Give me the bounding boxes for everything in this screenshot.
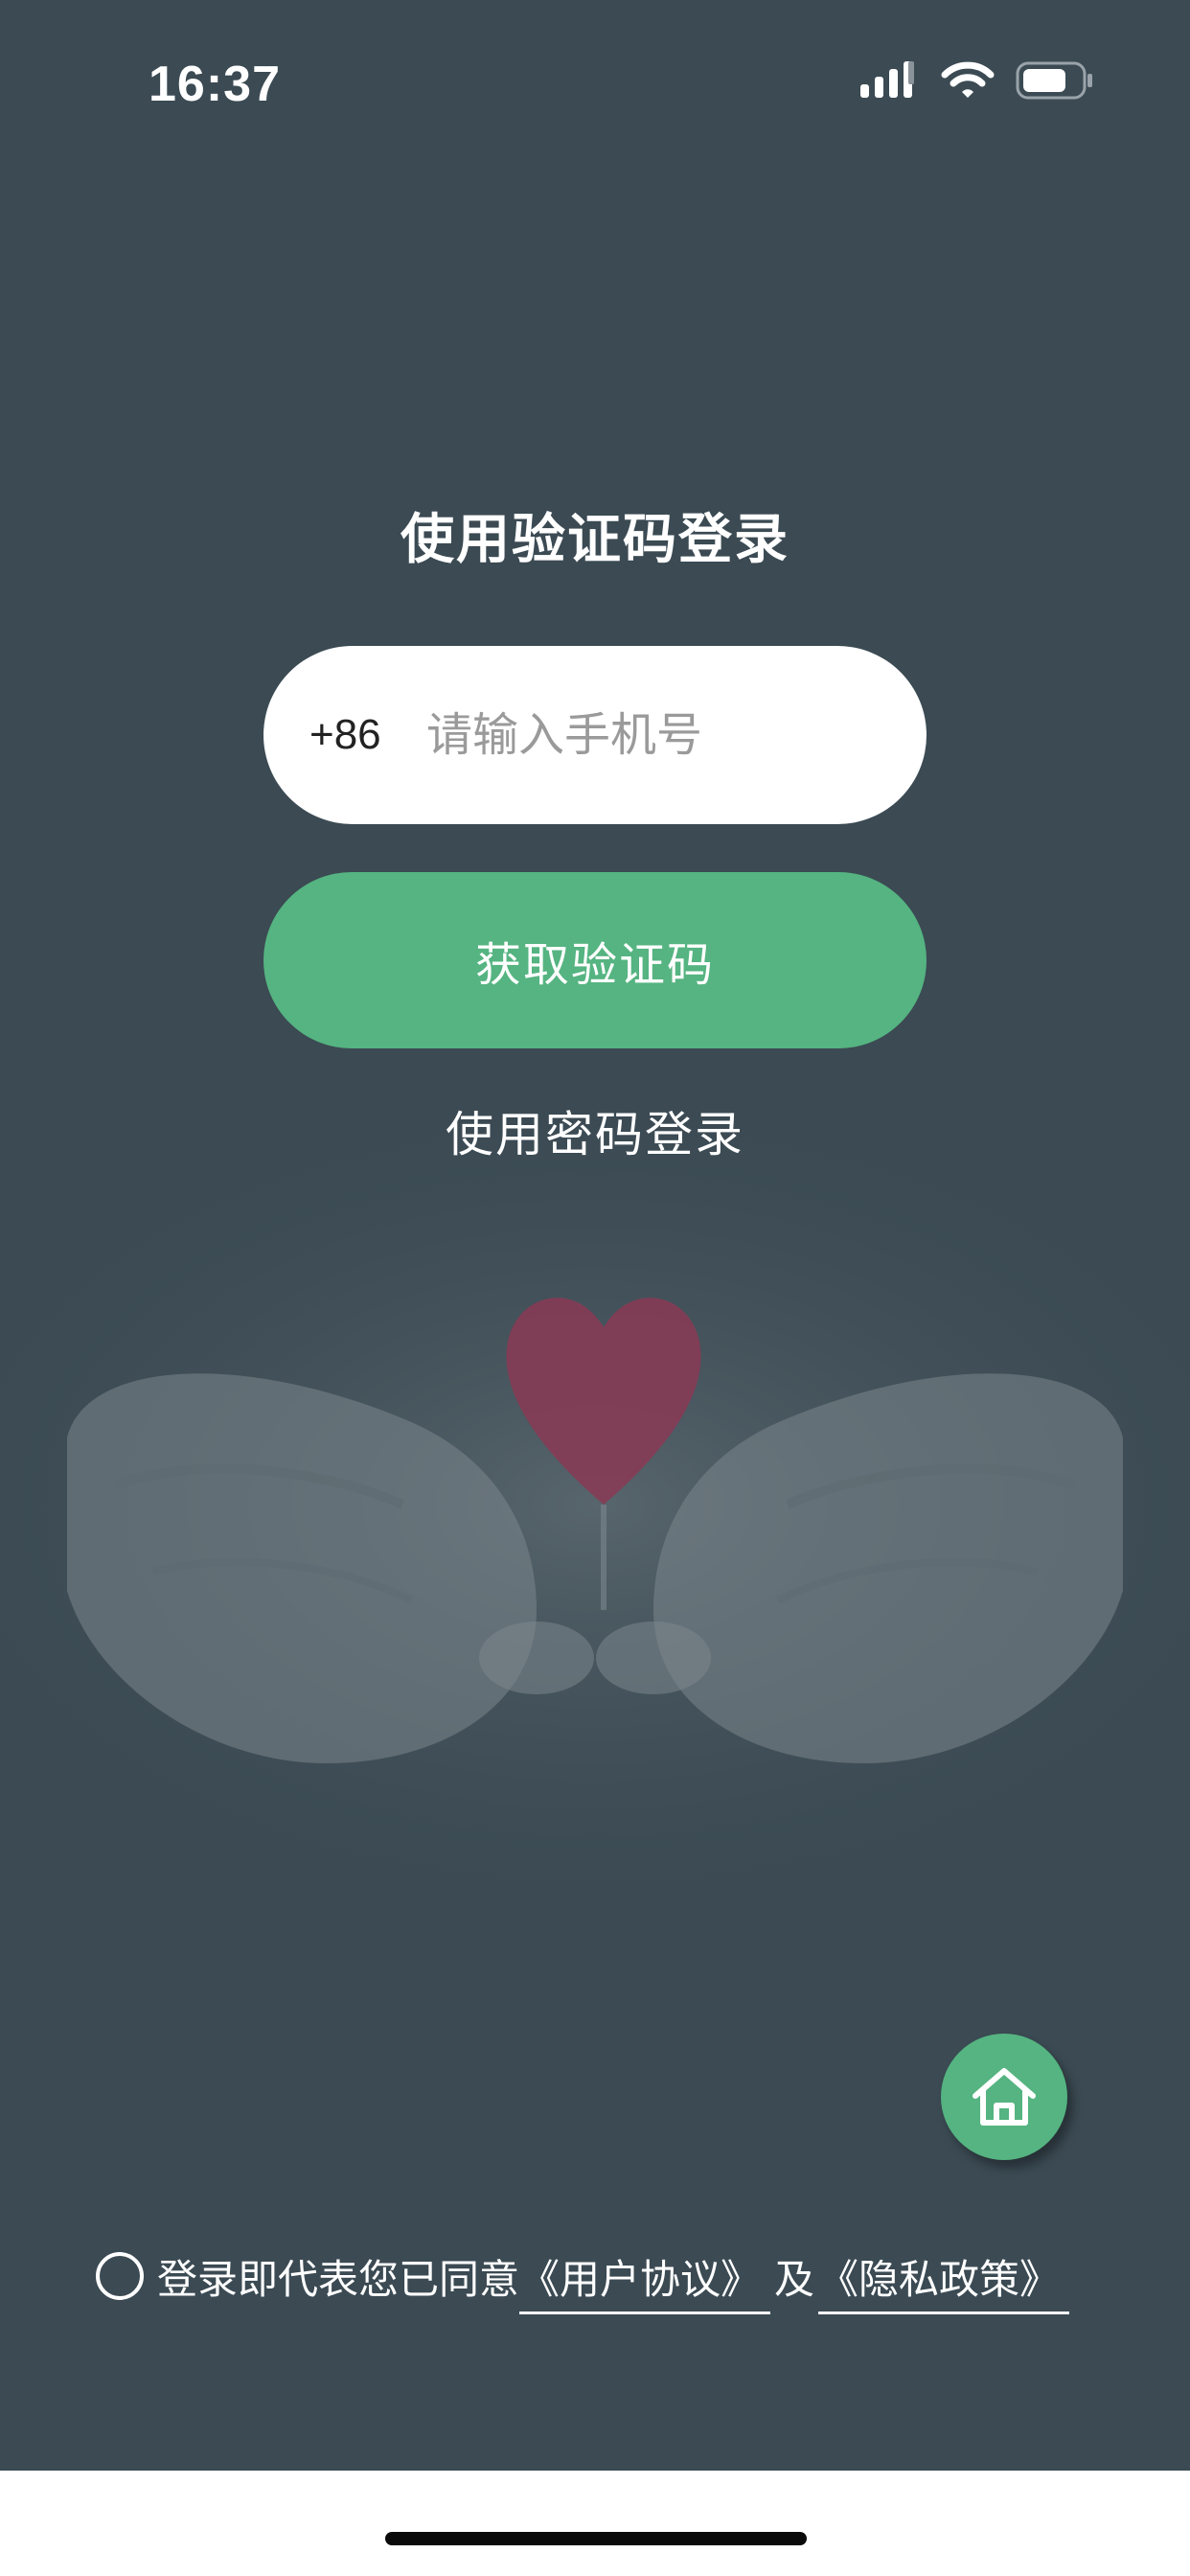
agreement-row: 登录即代表您已同意 《用户协议》 及 《隐私政策》 [96, 2242, 1070, 2314]
agreement-prefix: 登录即代表您已同意 [157, 2255, 520, 2303]
battery-icon [1016, 60, 1094, 104]
hands-heart-illustration [0, 1102, 1190, 1907]
phone-input[interactable] [424, 707, 888, 763]
login-screen: 16:37 使用验证码登录 +86 请输入手机号 获取验证码 使用密码登录 登录… [0, 0, 1190, 2576]
cellular-signal-icon [858, 59, 920, 105]
home-icon [973, 2068, 1036, 2126]
bottom-safe-area [0, 2471, 1190, 2576]
privacy-policy-link[interactable]: 《隐私政策》 [818, 2247, 1070, 2314]
home-button[interactable] [941, 2034, 1067, 2160]
status-bar: 16:37 [0, 0, 1190, 153]
password-login-link[interactable]: 使用密码登录 [0, 1096, 1190, 1165]
home-indicator[interactable] [385, 2532, 807, 2545]
phone-field[interactable]: +86 [263, 646, 927, 824]
page-title: 使用验证码登录 [400, 509, 790, 571]
agreement-connector: 及 [774, 2255, 815, 2303]
get-code-button[interactable]: 获取验证码 [263, 872, 927, 1048]
status-icons [858, 59, 1094, 105]
status-time: 16:37 [149, 57, 281, 112]
agree-checkbox[interactable] [96, 2252, 144, 2300]
user-agreement-link[interactable]: 《用户协议》 [519, 2247, 771, 2314]
wifi-icon [941, 59, 995, 105]
country-code[interactable]: +86 [309, 711, 413, 759]
